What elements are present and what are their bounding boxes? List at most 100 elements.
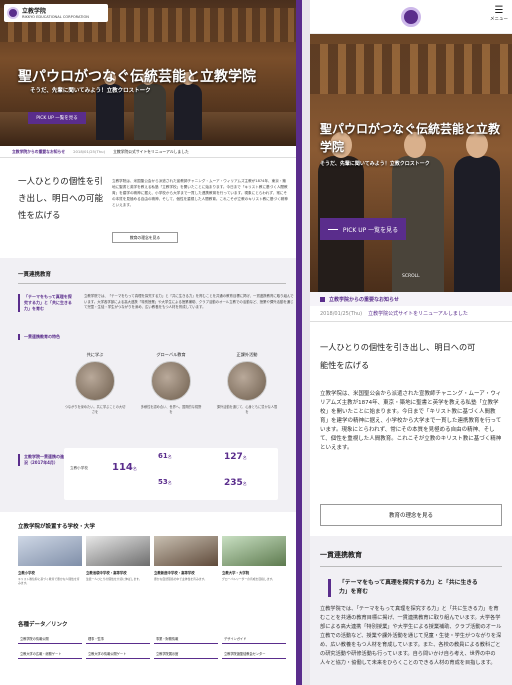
school-photo (18, 536, 82, 566)
school-desc: キリスト教信仰に基づく教育で豊かな人間性を育みます。 (18, 577, 80, 585)
links-section: 各種データ／リンク 立教学院の情報公開 理事・監事 事業・財務情報 デザインガイ… (0, 614, 296, 659)
progression-stats: 立教小学校 114名 61名 53名 127名 235名 (64, 448, 278, 500)
data-link[interactable]: 事業・財務情報 (154, 634, 218, 644)
mobile-page: ☰ メニュー 聖パウロがつなぐ伝統芸能と立教学院 そうだ、先輩に聞いてみよう！立… (310, 0, 512, 685)
ikkan-title: 一貫連携教育 (18, 270, 286, 284)
intro-heading: 一人ひとりの個性を引き出し、明日への可能性を広げる (320, 342, 476, 370)
data-link[interactable]: 立教大学の情報公開ゲート (86, 649, 150, 659)
feature-photo (151, 361, 191, 401)
hamburger-icon: ☰ (494, 5, 504, 16)
news-label: 立教学院からの重要なお知らせ (12, 148, 66, 154)
stats-school-label: 立教小学校 (70, 466, 88, 470)
intro-body: 立教学院は、米国聖公会から派遣された宣教師チャニング・ムーア・ウィリアムズ主教が… (112, 179, 288, 207)
feature-circles: 共に学ぶ つながりを深めたい。共に学ぶことの大切さを グローバル教育 多様性を認… (64, 352, 278, 436)
school-desc: 豊かな自然環境の中で主体性を育みます。 (154, 577, 207, 581)
hero-title: 聖パウロがつなぐ伝統芸能と立教学院 (320, 122, 501, 154)
school-name: 立教大学・大学院 (222, 571, 250, 575)
stat-number: 114 (112, 462, 133, 473)
feature-card[interactable]: 正課外活動 課外活動を通じて、心身ともに豊かな人間を (216, 352, 278, 436)
feature-photo (75, 361, 115, 401)
philosophy-button[interactable]: 教育の理念を見る (320, 504, 502, 526)
logo-emblem-icon (7, 7, 19, 19)
ikkan-title: 一貫連携教育 (320, 550, 502, 567)
philosophy-button[interactable]: 教育の理念を見る (112, 232, 178, 243)
stat-number: 235 (224, 478, 243, 488)
stat-number: 53 (158, 478, 168, 486)
pickup-button[interactable]: PICK UP 一覧を見る (28, 112, 86, 124)
links-title: 各種データ／リンク (18, 622, 68, 628)
school-photo (154, 536, 218, 566)
news-bar: 立教学院からの重要なお知らせ 2018/01/25(Thu) 立教学院公式サイト… (0, 146, 296, 158)
data-link[interactable]: 立教学院展示館 (154, 649, 218, 659)
school-photo (222, 536, 286, 566)
news-item[interactable]: 2018/01/25(Thu) 立教学院公式サイトをリニューアルしました (310, 306, 512, 322)
data-link[interactable]: 立教学院の情報公開 (18, 634, 82, 644)
feature-card[interactable]: グローバル教育 多様性を認め合い、世界へ。国際的な視野を (140, 352, 202, 436)
ikkan-row-label: 一貫連携教育の特色 (18, 334, 72, 340)
school-photo (86, 536, 150, 566)
logo-emblem-icon[interactable] (401, 6, 421, 27)
school-desc: グローバルリーダーの育成を目指します。 (222, 577, 275, 581)
school-card[interactable]: 立教新座中学校・高等学校 豊かな自然環境の中で主体性を育みます。 (154, 536, 218, 585)
school-card[interactable]: 立教大学・大学院 グローバルリーダーの育成を目指します。 (222, 536, 286, 585)
hero-banner: 立教学院 RIKKYO EDUCATIONAL CORPORATION 聖パウロ… (0, 0, 296, 146)
school-card[interactable]: 立教小学校 キリスト教信仰に基づく教育で豊かな人間性を育みます。 (18, 536, 82, 585)
school-name: 立教小学校 (18, 571, 35, 575)
hero-title: 聖パウロがつなぐ伝統芸能と立教学院 (18, 69, 256, 85)
data-link[interactable]: 立教大学の広報・総務ゲート (18, 649, 82, 659)
feature-caption: 共に学ぶ (86, 352, 104, 357)
notice-bar[interactable]: 立教学院からの重要なお知らせ (310, 292, 512, 306)
intro-section: 一人ひとりの個性を引き出し、明日への可能性を広げる 立教学院は、米国聖公会から派… (0, 158, 296, 258)
feature-text: 多様性を認め合い、世界へ。国際的な視野を (140, 405, 202, 414)
ikkan-row-label: 「テーマをもって真理を探究する力」と「共に生きる力」を育む (18, 294, 72, 312)
school-card[interactable]: 立教池袋中学校・高等学校 生徒一人ひとりの個性を大切に伸ばします。 (86, 536, 150, 585)
scroll-indicator[interactable]: SCROLL (402, 274, 420, 279)
feature-text: 課外活動を通じて、心身ともに豊かな人間を (216, 405, 278, 414)
pickup-label: PICK UP 一覧を見る (342, 226, 399, 234)
feature-caption: 正課外活動 (236, 352, 258, 357)
person-figure (454, 132, 500, 292)
schools-title: 立教学院が設置する学校・大学 (18, 524, 96, 530)
news-date: 2018/01/25(Thu) (73, 149, 106, 154)
site-logo[interactable]: 立教学院 RIKKYO EDUCATIONAL CORPORATION (4, 4, 108, 22)
school-name: 立教新座中学校・高等学校 (154, 571, 195, 575)
logo-name: 立教学院 (22, 7, 47, 15)
feature-card[interactable]: 共に学ぶ つながりを深めたい。共に学ぶことの大切さを (64, 352, 126, 436)
stat-number: 61 (158, 452, 168, 460)
ikkan-row-body: 立教学院では、「テーマをもって真理を探究する力」と「共に生きる力」を育むことを共… (84, 294, 294, 310)
news-text: 立教学院公式サイトをリニューアルしました (368, 311, 468, 317)
person-figure (174, 72, 202, 140)
intro-heading: 一人ひとりの個性を引き出し、明日への可能性を広げる (18, 177, 104, 221)
data-link[interactable]: 立教学院諸聖徒教会センター (222, 649, 286, 659)
ikkan-tagline: 「テーマをもって真理を探究する力」と「共に生きる力」を育む (328, 579, 478, 597)
intro-body: 立教学院は、米国聖公会から派遣された宣教師チャニング・ムーア・ウィリアムズ主教が… (320, 391, 502, 451)
feature-text: つながりを深めたい。共に学ぶことの大切さを (64, 405, 126, 414)
data-link[interactable]: 理事・監事 (86, 634, 150, 644)
news-date: 2018/01/25(Thu) (320, 310, 363, 317)
ikkan-body: 立教学院では、「テーマをもって真理を探究する力」と「共に生きる力」を育むことを共… (320, 606, 502, 666)
hero-subtitle: そうだ、先輩に聞いてみよう！立教クロストーク (30, 88, 151, 94)
data-link[interactable]: デザインガイド (222, 634, 286, 644)
school-desc: 生徒一人ひとりの個性を大切に伸ばします。 (86, 577, 142, 581)
pickup-button[interactable]: PICK UP 一覧を見る (320, 218, 406, 240)
menu-button[interactable]: ☰ メニュー (490, 5, 508, 23)
square-icon (320, 296, 325, 302)
feature-photo (227, 361, 267, 401)
line-icon (327, 228, 338, 230)
ikkan-section: 一貫連携教育 「テーマをもって真理を探究する力」と「共に生きる力」を育む 立教学… (0, 258, 296, 512)
ikkan-row: 「テーマをもって真理を探究する力」と「共に生きる力」を育む 立教学院では、「テー… (18, 294, 294, 334)
feature-caption: グローバル教育 (156, 352, 186, 357)
ikkan-section: 一貫連携教育 「テーマをもって真理を探究する力」と「共に生きる力」を育む 立教学… (310, 536, 512, 685)
schools-section: 立教学院が設置する学校・大学 立教小学校 キリスト教信仰に基づく教育で豊かな人間… (0, 512, 296, 614)
menu-label: メニュー (490, 17, 508, 22)
stat-number: 127 (224, 452, 243, 462)
logo-en: RIKKYO EDUCATIONAL CORPORATION (22, 14, 89, 19)
notice-label: 立教学院からの重要なお知らせ (329, 296, 399, 303)
school-name: 立教池袋中学校・高等学校 (86, 571, 127, 575)
hero-subtitle: そうだ、先輩に聞いてみよう！立教クロストーク (320, 161, 430, 167)
hero-banner: 聖パウロがつなぐ伝統芸能と立教学院 そうだ、先輩に聞いてみよう！立教クロストーク… (310, 34, 512, 292)
mobile-header: ☰ メニュー (310, 0, 512, 34)
desktop-page: 立教学院 RIKKYO EDUCATIONAL CORPORATION 聖パウロ… (0, 0, 302, 685)
intro-section: 一人ひとりの個性を引き出し、明日への可能性を広げる 立教学院は、米国聖公会から派… (310, 322, 512, 526)
news-link[interactable]: 立教学院公式サイトをリニューアルしました (113, 149, 189, 155)
